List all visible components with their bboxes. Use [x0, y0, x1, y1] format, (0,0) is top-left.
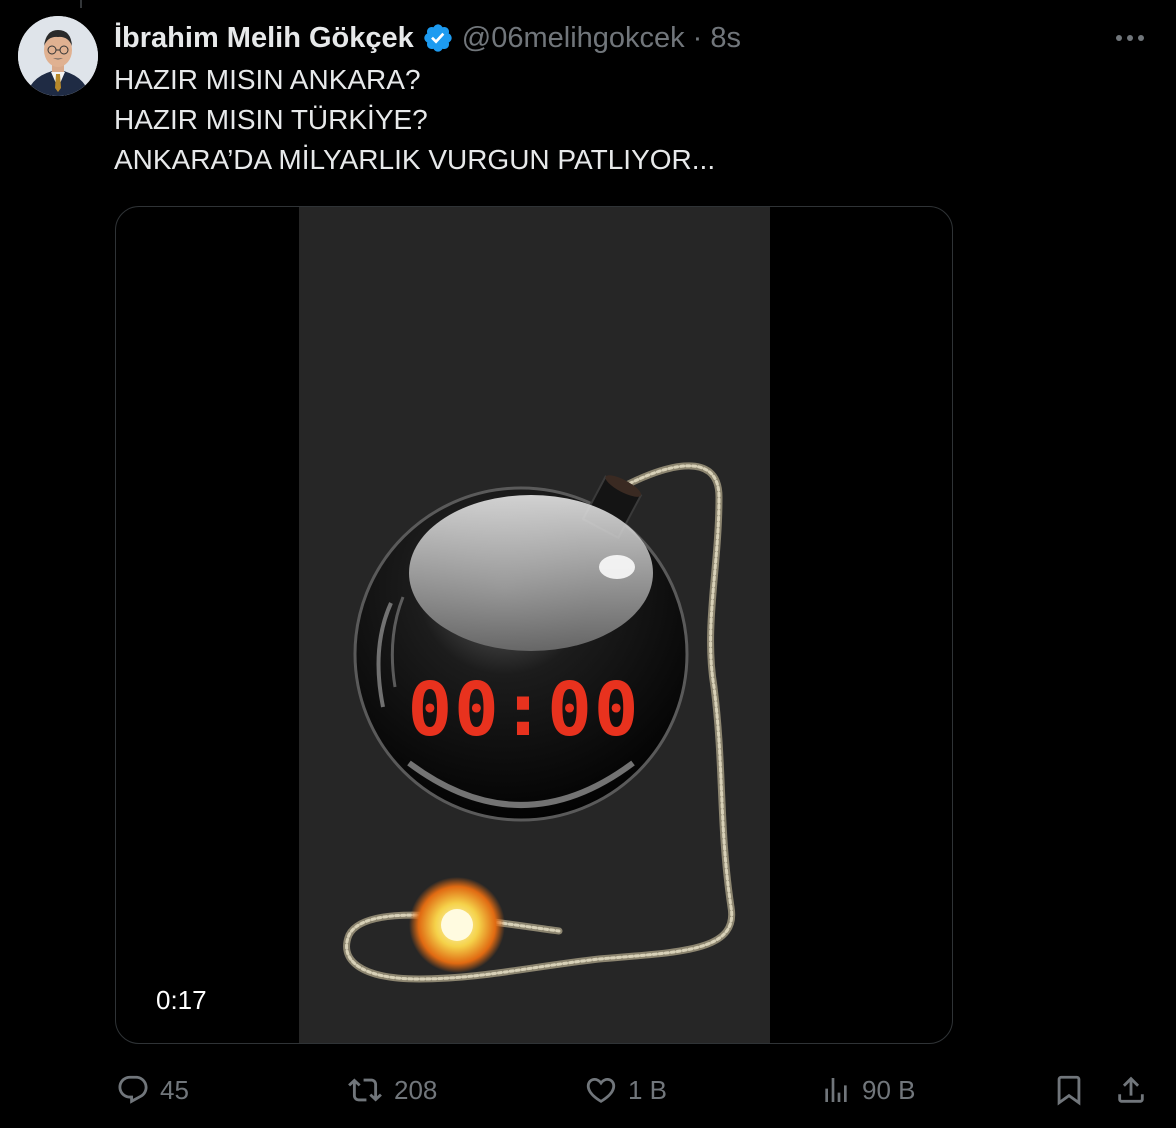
- repost-count: 208: [394, 1074, 438, 1105]
- views-button[interactable]: 90 B: [820, 1068, 916, 1112]
- reply-button[interactable]: 45: [116, 1068, 189, 1112]
- verified-badge-icon: [422, 22, 454, 54]
- share-icon: [1114, 1073, 1148, 1107]
- tweet: İbrahim Melih Gökçek @06melihgokcek · 8s…: [0, 0, 1176, 1128]
- views-chart-icon: [820, 1073, 852, 1107]
- share-button[interactable]: [1114, 1068, 1148, 1112]
- tweet-text: HAZIR MISIN ANKARA? HAZIR MISIN TÜRKİYE?…: [114, 60, 715, 180]
- bomb-image: 00:00: [343, 462, 736, 983]
- tweet-line: HAZIR MISIN ANKARA?: [114, 64, 421, 95]
- bomb-timer-text: 00:00: [408, 667, 641, 753]
- bookmark-icon: [1052, 1073, 1086, 1107]
- timestamp[interactable]: 8s: [710, 22, 741, 55]
- reply-icon: [116, 1073, 150, 1107]
- like-count: 1 B: [628, 1074, 668, 1105]
- tweet-actions: 45 208 1 B 90 B: [0, 1068, 1176, 1112]
- heart-icon: [584, 1073, 618, 1107]
- repost-button[interactable]: 208: [346, 1068, 437, 1112]
- video-duration: 0:17: [156, 985, 207, 1015]
- user-handle[interactable]: @06melihgokcek: [462, 22, 685, 55]
- tweet-line: ANKARA’DA MİLYARLIK VURGUN PATLIYOR...: [114, 144, 716, 175]
- views-count: 90 B: [862, 1074, 916, 1105]
- video-frame[interactable]: 00:00: [299, 207, 770, 1043]
- avatar[interactable]: [18, 16, 98, 96]
- reply-count: 45: [160, 1074, 189, 1105]
- video-player[interactable]: 00:00 0:17: [115, 206, 953, 1044]
- like-button[interactable]: 1 B: [584, 1068, 667, 1112]
- separator-dot: ·: [692, 21, 703, 54]
- display-name[interactable]: İbrahim Melih Gökçek: [114, 22, 414, 55]
- more-dots-icon[interactable]: [1112, 22, 1148, 54]
- thread-connector: [80, 0, 82, 8]
- repost-icon: [346, 1073, 384, 1107]
- bookmark-button[interactable]: [1052, 1068, 1086, 1112]
- tweet-header: İbrahim Melih Gökçek @06melihgokcek · 8s: [114, 18, 741, 58]
- tweet-line: HAZIR MISIN TÜRKİYE?: [114, 104, 428, 135]
